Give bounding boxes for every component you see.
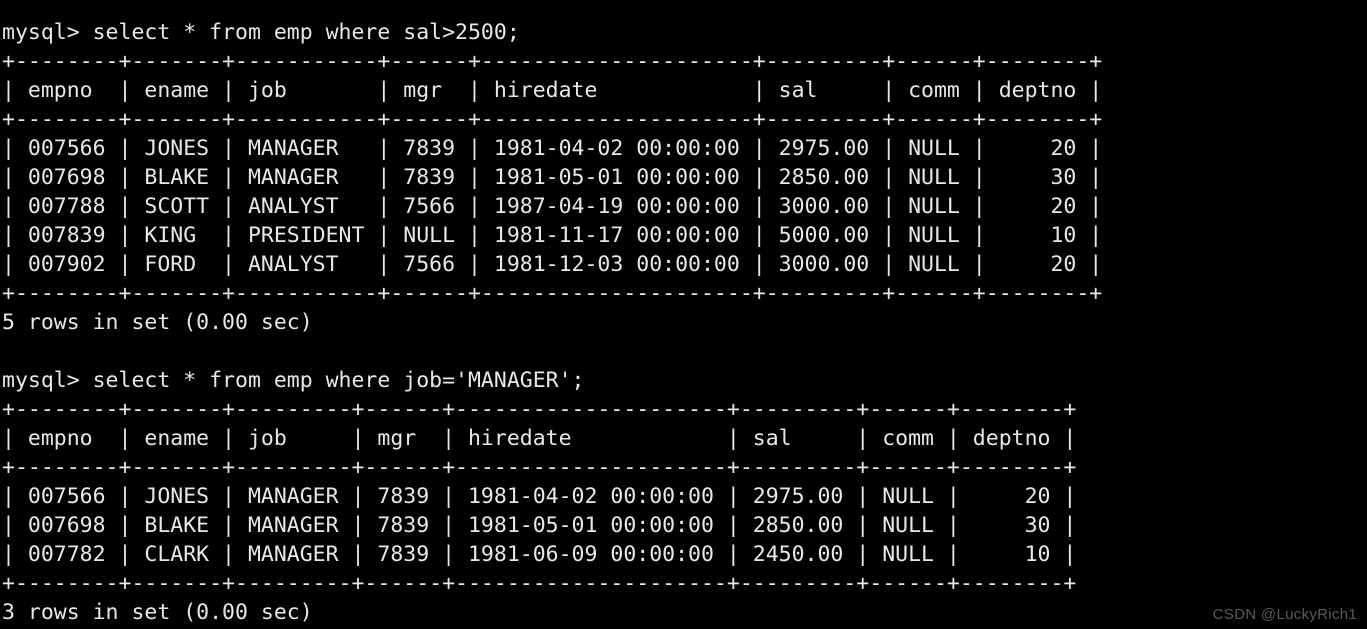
table-row: | 007566 | JONES | MANAGER | 7839 | 1981… [2, 484, 1077, 509]
table-row: | 007902 | FORD | ANALYST | 7566 | 1981-… [2, 252, 1103, 277]
table-header-border-2: +--------+-------+---------+------+-----… [2, 455, 1077, 480]
table-top-border-1: +--------+-------+-----------+------+---… [2, 49, 1103, 74]
table-row: | 007839 | KING | PRESIDENT | NULL | 198… [2, 223, 1103, 248]
table-row: | 007788 | SCOTT | ANALYST | 7566 | 1987… [2, 194, 1103, 219]
table-row: | 007782 | CLARK | MANAGER | 7839 | 1981… [2, 542, 1077, 567]
command-line-1: mysql> select * from emp where sal>2500; [2, 20, 520, 45]
result-status-1: 5 rows in set (0.00 sec) [2, 310, 313, 335]
terminal-window[interactable]: mysql> select * from emp where sal>2500;… [0, 0, 1367, 629]
table-header-row-2: | empno | ename | job | mgr | hiredate |… [2, 426, 1077, 451]
watermark: CSDN @LuckyRich1 [1212, 606, 1357, 623]
table-row: | 007698 | BLAKE | MANAGER | 7839 | 1981… [2, 513, 1077, 538]
table-bottom-border-2: +--------+-------+---------+------+-----… [2, 571, 1077, 596]
result-status-2: 3 rows in set (0.00 sec) [2, 600, 313, 625]
table-header-border-1: +--------+-------+-----------+------+---… [2, 107, 1103, 132]
table-bottom-border-1: +--------+-------+-----------+------+---… [2, 281, 1103, 306]
command-line-2: mysql> select * from emp where job='MANA… [2, 368, 585, 393]
table-row: | 007566 | JONES | MANAGER | 7839 | 1981… [2, 136, 1103, 161]
table-header-row-1: | empno | ename | job | mgr | hiredate |… [2, 78, 1103, 103]
table-row: | 007698 | BLAKE | MANAGER | 7839 | 1981… [2, 165, 1103, 190]
table-top-border-2: +--------+-------+---------+------+-----… [2, 397, 1077, 422]
